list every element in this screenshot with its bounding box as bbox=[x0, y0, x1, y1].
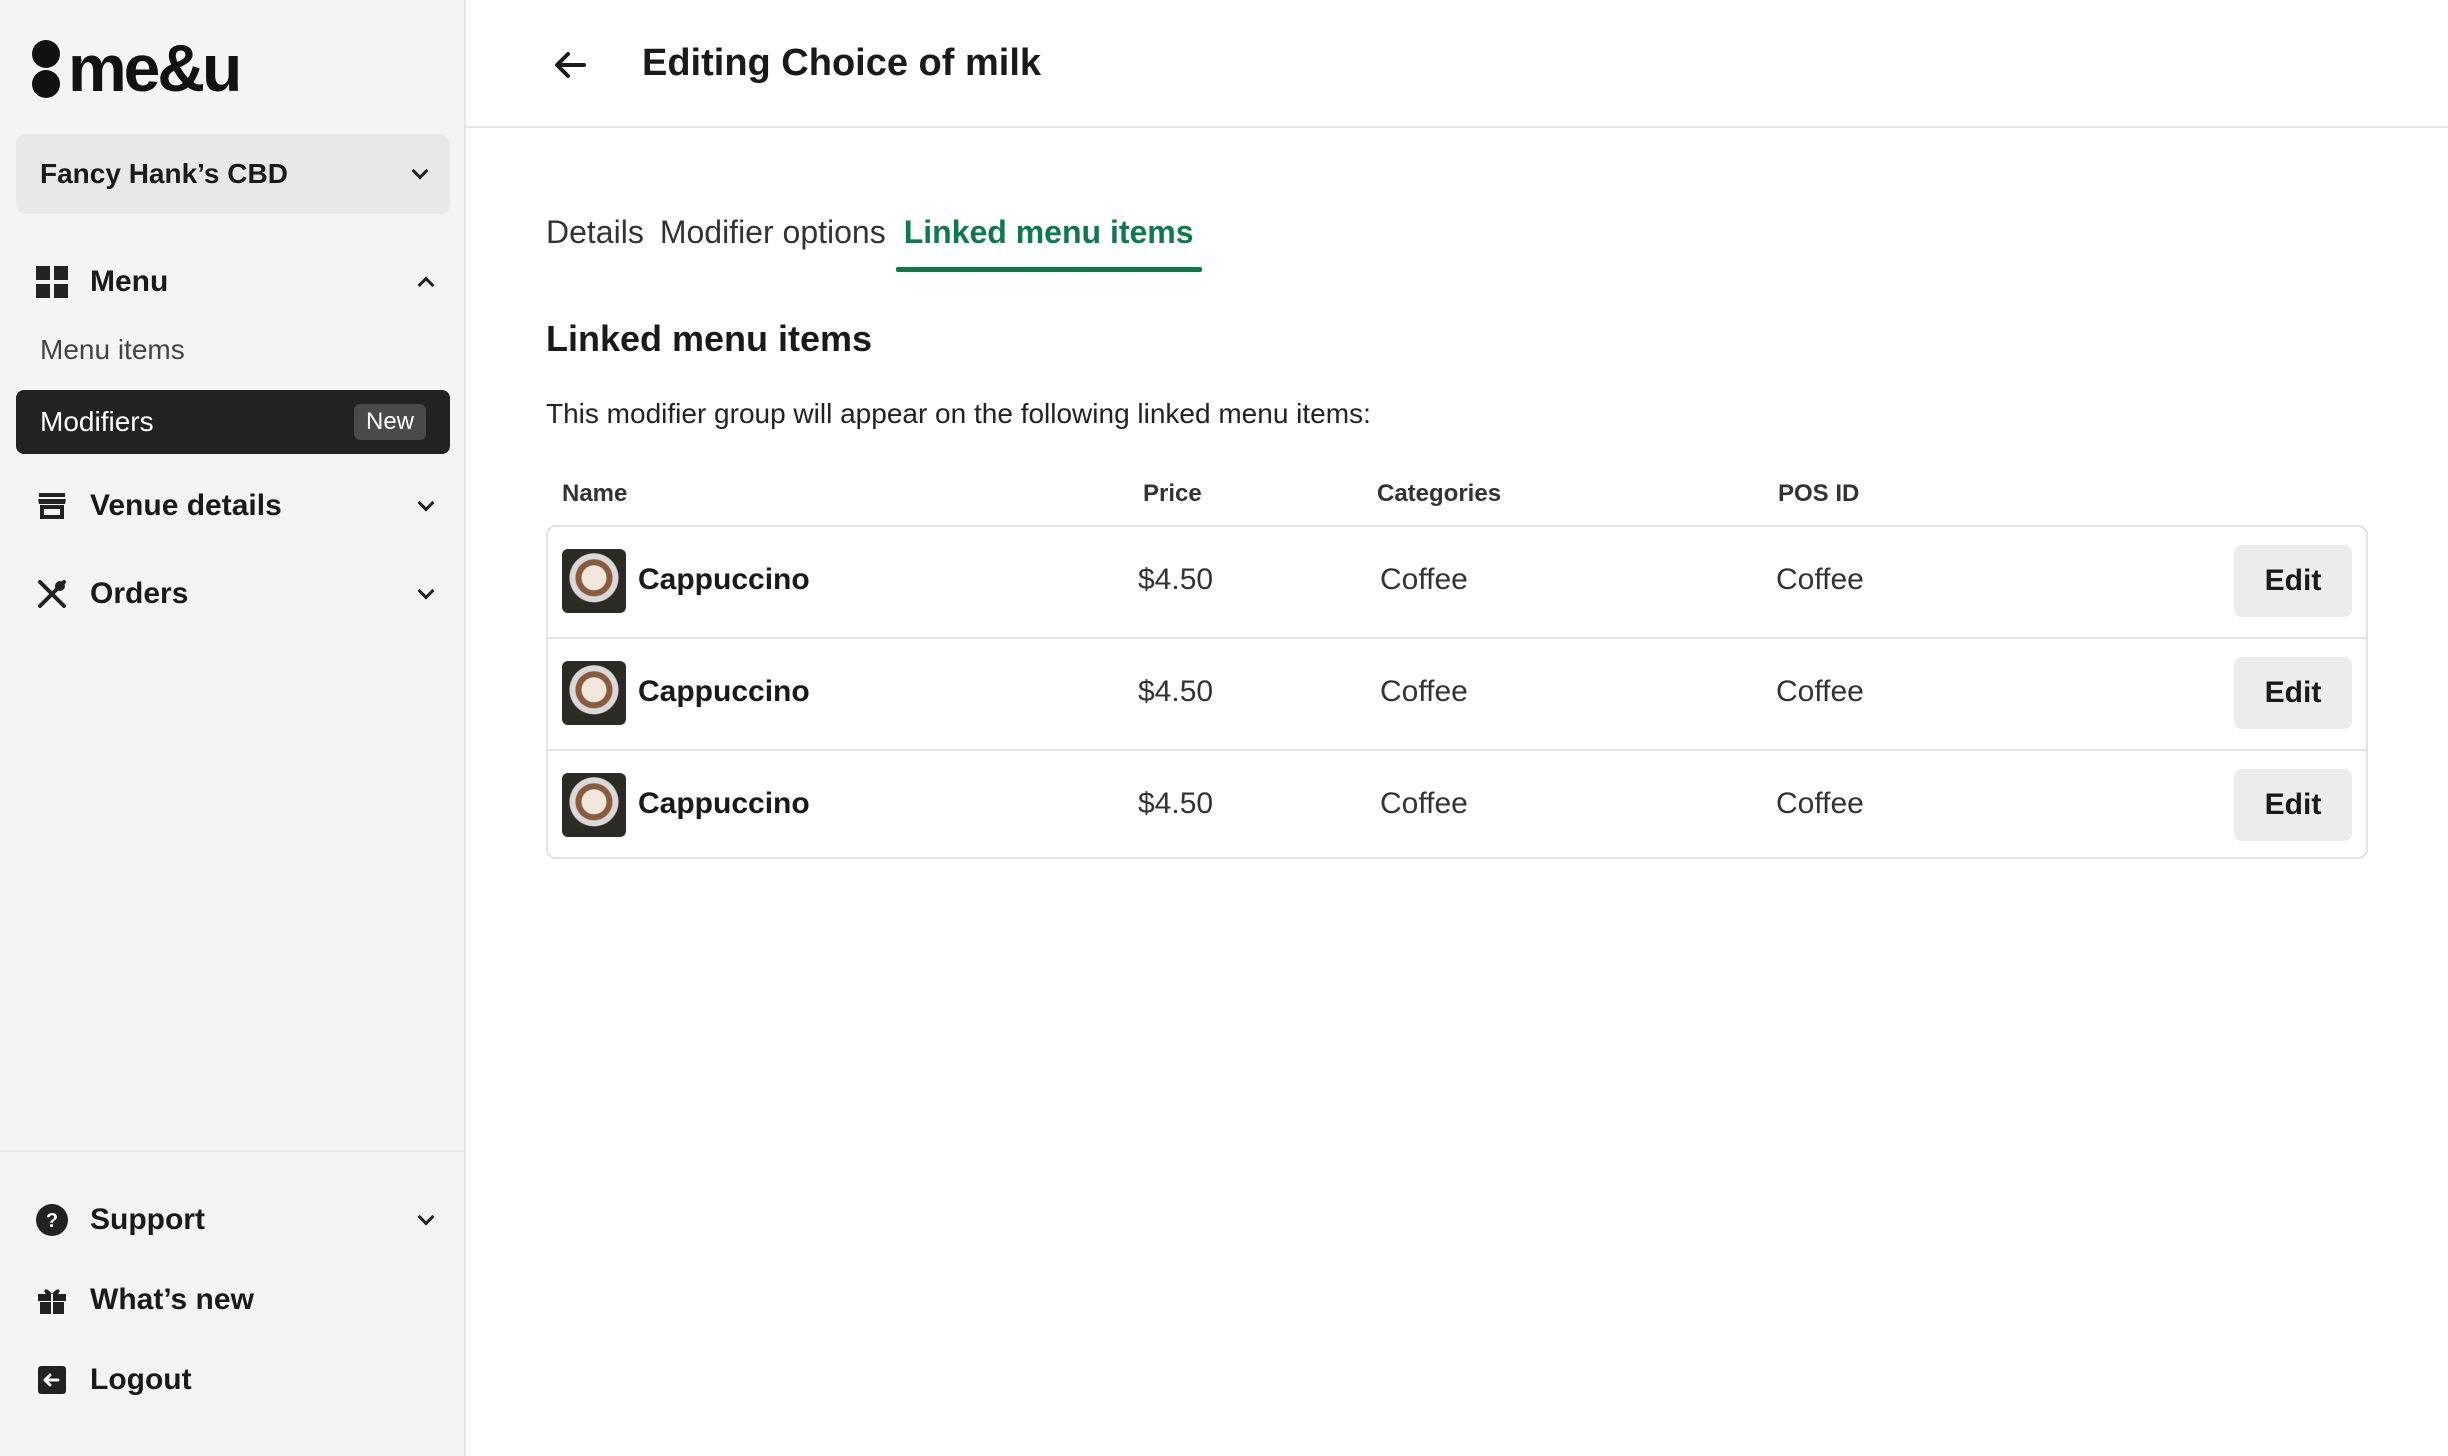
venue-name: Fancy Hank’s CBD bbox=[40, 158, 288, 189]
sidebar-item-label: What’s new bbox=[90, 1283, 254, 1316]
back-button[interactable] bbox=[546, 40, 596, 90]
table-row: Cappuccino $4.50 Coffee Coffee Edit bbox=[548, 527, 2366, 639]
sidebar-section-label: Menu bbox=[90, 265, 169, 298]
page-title: Editing Choice of milk bbox=[642, 42, 1042, 84]
gift-icon bbox=[36, 1284, 68, 1316]
item-thumbnail bbox=[562, 661, 626, 725]
logo-text: me&u bbox=[68, 31, 242, 105]
tab-modifier-options[interactable]: Modifier options bbox=[652, 210, 894, 274]
edit-button[interactable]: Edit bbox=[2234, 657, 2352, 729]
sidebar-item-label: Logout bbox=[90, 1363, 192, 1396]
grid-icon bbox=[36, 266, 68, 298]
section-description: This modifier group will appear on the f… bbox=[546, 398, 1371, 429]
tab-bar: Details Modifier options Linked menu ite… bbox=[546, 210, 1202, 274]
sidebar-item-logout[interactable]: Logout bbox=[16, 1348, 450, 1412]
arrow-left-icon bbox=[555, 52, 586, 78]
table-header: Name Price Categories POS ID bbox=[546, 476, 2368, 516]
chevron-down-icon bbox=[417, 1208, 435, 1226]
item-pos-id: Coffee bbox=[1776, 787, 1864, 820]
logout-icon bbox=[36, 1364, 68, 1396]
item-price: $4.50 bbox=[1138, 563, 1214, 596]
svg-text:?: ? bbox=[46, 1210, 58, 1232]
sidebar: me&u Fancy Hank’s CBD Menu Menu items Mo… bbox=[0, 0, 466, 1456]
venue-selector[interactable]: Fancy Hank’s CBD bbox=[16, 134, 450, 214]
help-circle-icon: ? bbox=[36, 1204, 68, 1236]
tab-details[interactable]: Details bbox=[546, 210, 652, 274]
item-pos-id: Coffee bbox=[1776, 675, 1864, 708]
column-header-price: Price bbox=[1143, 480, 1202, 507]
item-name: Cappuccino bbox=[638, 675, 810, 708]
sidebar-section-label: Support bbox=[90, 1203, 205, 1236]
sidebar-item-modifiers[interactable]: Modifiers New bbox=[16, 390, 450, 454]
sidebar-item-menu-items[interactable]: Menu items bbox=[16, 318, 450, 382]
main-content: Editing Choice of milk Details Modifier … bbox=[466, 0, 2448, 1456]
store-icon bbox=[36, 490, 68, 522]
sidebar-section-label: Venue details bbox=[90, 489, 282, 522]
chevron-down-icon bbox=[411, 162, 429, 180]
chevron-up-icon bbox=[417, 276, 435, 294]
sidebar-divider bbox=[0, 1150, 466, 1152]
app-root: me&u Fancy Hank’s CBD Menu Menu items Mo… bbox=[0, 0, 2448, 1456]
item-category: Coffee bbox=[1380, 787, 1468, 820]
page-header: Editing Choice of milk bbox=[466, 0, 2448, 128]
edit-button[interactable]: Edit bbox=[2234, 769, 2352, 841]
sidebar-section-support[interactable]: ? Support bbox=[16, 1188, 450, 1252]
item-thumbnail bbox=[562, 773, 626, 837]
sidebar-section-orders[interactable]: Orders bbox=[16, 562, 450, 626]
new-badge: New bbox=[353, 404, 426, 440]
sidebar-item-label: Modifiers bbox=[40, 406, 154, 437]
column-header-pos-id: POS ID bbox=[1778, 480, 1860, 507]
table-row: Cappuccino $4.50 Coffee Coffee Edit bbox=[548, 639, 2366, 751]
table-row: Cappuccino $4.50 Coffee Coffee Edit bbox=[548, 751, 2366, 857]
chevron-down-icon bbox=[417, 494, 435, 512]
sidebar-section-label: Orders bbox=[90, 577, 189, 610]
sidebar-section-menu[interactable]: Menu bbox=[16, 250, 450, 314]
column-header-name: Name bbox=[562, 480, 628, 507]
tab-linked-menu-items[interactable]: Linked menu items bbox=[895, 210, 1202, 274]
item-category: Coffee bbox=[1380, 563, 1468, 596]
sidebar-item-whats-new[interactable]: What’s new bbox=[16, 1268, 450, 1332]
edit-button[interactable]: Edit bbox=[2234, 545, 2352, 617]
chevron-down-icon bbox=[417, 582, 435, 600]
linked-items-table: Cappuccino $4.50 Coffee Coffee Edit Capp… bbox=[546, 525, 2368, 859]
item-thumbnail bbox=[562, 549, 626, 613]
sidebar-item-label: Menu items bbox=[40, 334, 185, 365]
utensils-icon bbox=[36, 578, 68, 610]
item-pos-id: Coffee bbox=[1776, 563, 1864, 596]
item-category: Coffee bbox=[1380, 675, 1468, 708]
item-name: Cappuccino bbox=[638, 787, 810, 820]
item-name: Cappuccino bbox=[638, 563, 810, 596]
logo[interactable]: me&u bbox=[30, 31, 242, 105]
column-header-categories: Categories bbox=[1377, 480, 1502, 507]
logo-mark-icon bbox=[30, 36, 64, 100]
item-price: $4.50 bbox=[1138, 787, 1214, 820]
sidebar-section-venue-details[interactable]: Venue details bbox=[16, 474, 450, 538]
section-title: Linked menu items bbox=[546, 318, 873, 359]
item-price: $4.50 bbox=[1138, 675, 1214, 708]
